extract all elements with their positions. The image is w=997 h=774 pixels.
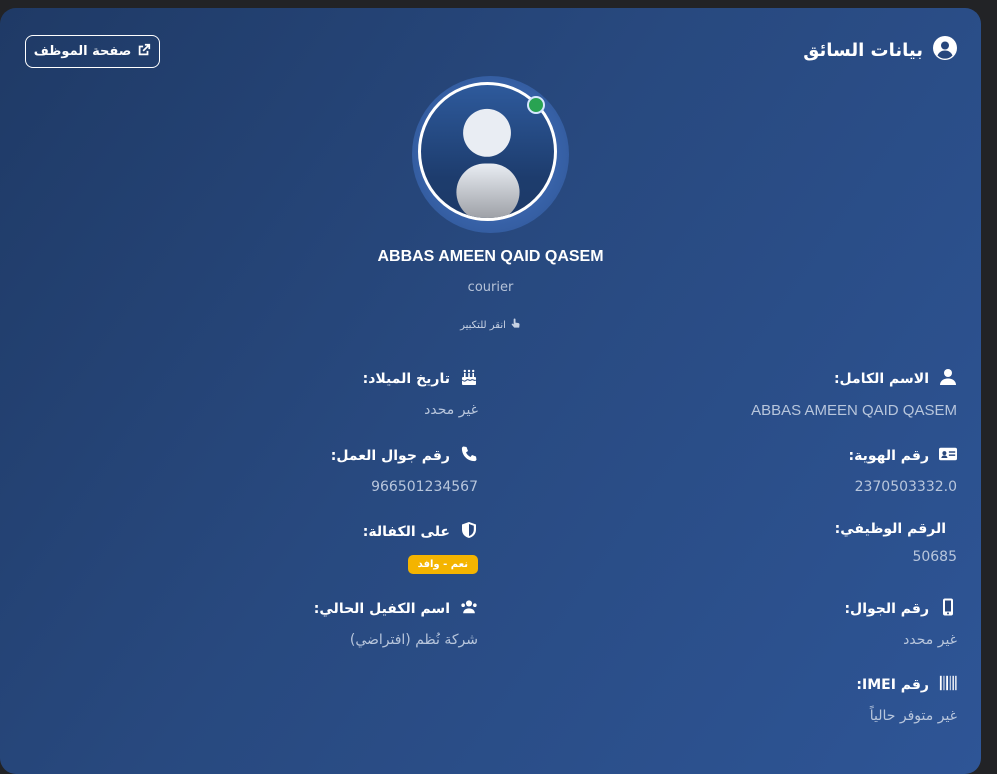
mobile-icon — [939, 598, 957, 620]
field-mobile: رقم الجوال: غير محدد — [844, 598, 957, 648]
current-sponsor-label: اسم الكفيل الحالي: — [313, 601, 450, 617]
full-name-label: الاسم الكامل: — [833, 371, 929, 387]
birthday-cake-icon — [460, 368, 478, 390]
sponsorship-label: على الكفالة: — [362, 524, 450, 540]
current-sponsor-value: شركة نُظم (افتراضي) — [349, 632, 478, 648]
external-link-icon — [137, 43, 151, 61]
employee-page-label: صفحة الموظف — [33, 44, 132, 59]
birth-date-label: تاريخ الميلاد: — [362, 371, 450, 387]
users-icon — [460, 598, 478, 620]
employee-number-label: الرقم الوظيفي: — [834, 521, 946, 537]
field-work-mobile: رقم جوال العمل: 966501234567 — [331, 445, 478, 495]
birth-date-value: غير محدد — [424, 402, 478, 418]
zoom-hint-label: انقر للتكبير — [460, 319, 506, 331]
field-imei: رقم IMEI: غير متوفر حالياً — [856, 674, 957, 724]
id-number-value: 2370503332.0 — [854, 479, 957, 495]
work-mobile-value: 966501234567 — [371, 479, 478, 495]
card-title: بيانات السائق — [803, 40, 923, 61]
field-current-sponsor: اسم الكفيل الحالي: شركة نُظم (افتراضي) — [314, 598, 478, 648]
imei-value: غير متوفر حالياً — [869, 708, 957, 724]
employee-page-button[interactable]: صفحة الموظف — [25, 35, 160, 68]
user-circle-icon — [933, 36, 957, 65]
mobile-value: غير محدد — [903, 632, 957, 648]
field-full-name: الاسم الكامل: ABBAS AMEEN QAID QASEM — [751, 368, 957, 419]
online-status-dot — [527, 96, 545, 114]
field-id-number: رقم الهوية: 2370503332.0 — [848, 445, 957, 495]
pointer-hand-icon — [510, 318, 521, 332]
work-mobile-label: رقم جوال العمل: — [330, 448, 450, 464]
field-sponsorship: على الكفالة: نعم - وافد — [363, 521, 478, 574]
shield-icon — [460, 521, 478, 543]
sponsorship-badge: نعم - وافد — [407, 555, 478, 574]
field-employee-number: الرقم الوظيفي: 50685 — [834, 521, 957, 565]
user-icon — [939, 368, 957, 390]
full-name-value: ABBAS AMEEN QAID QASEM — [751, 402, 957, 419]
avatar[interactable] — [412, 76, 569, 233]
employee-number-value: 50685 — [912, 549, 957, 565]
id-card-icon — [939, 445, 957, 467]
imei-label: رقم IMEI: — [856, 677, 929, 693]
zoom-hint[interactable]: انقر للتكبير — [0, 318, 981, 332]
driver-name: ABBAS AMEEN QAID QASEM — [377, 248, 604, 265]
mobile-label: رقم الجوال: — [844, 601, 929, 617]
driver-info-card: بيانات السائق صفحة الموظف ABBAS AMEEN QA… — [0, 8, 981, 774]
id-number-label: رقم الهوية: — [848, 448, 930, 464]
card-header: بيانات السائق — [803, 36, 957, 65]
phone-icon — [460, 445, 478, 467]
driver-role: courier — [467, 280, 514, 295]
barcode-icon — [939, 674, 957, 696]
field-birth-date: تاريخ الميلاد: غير محدد — [363, 368, 478, 418]
